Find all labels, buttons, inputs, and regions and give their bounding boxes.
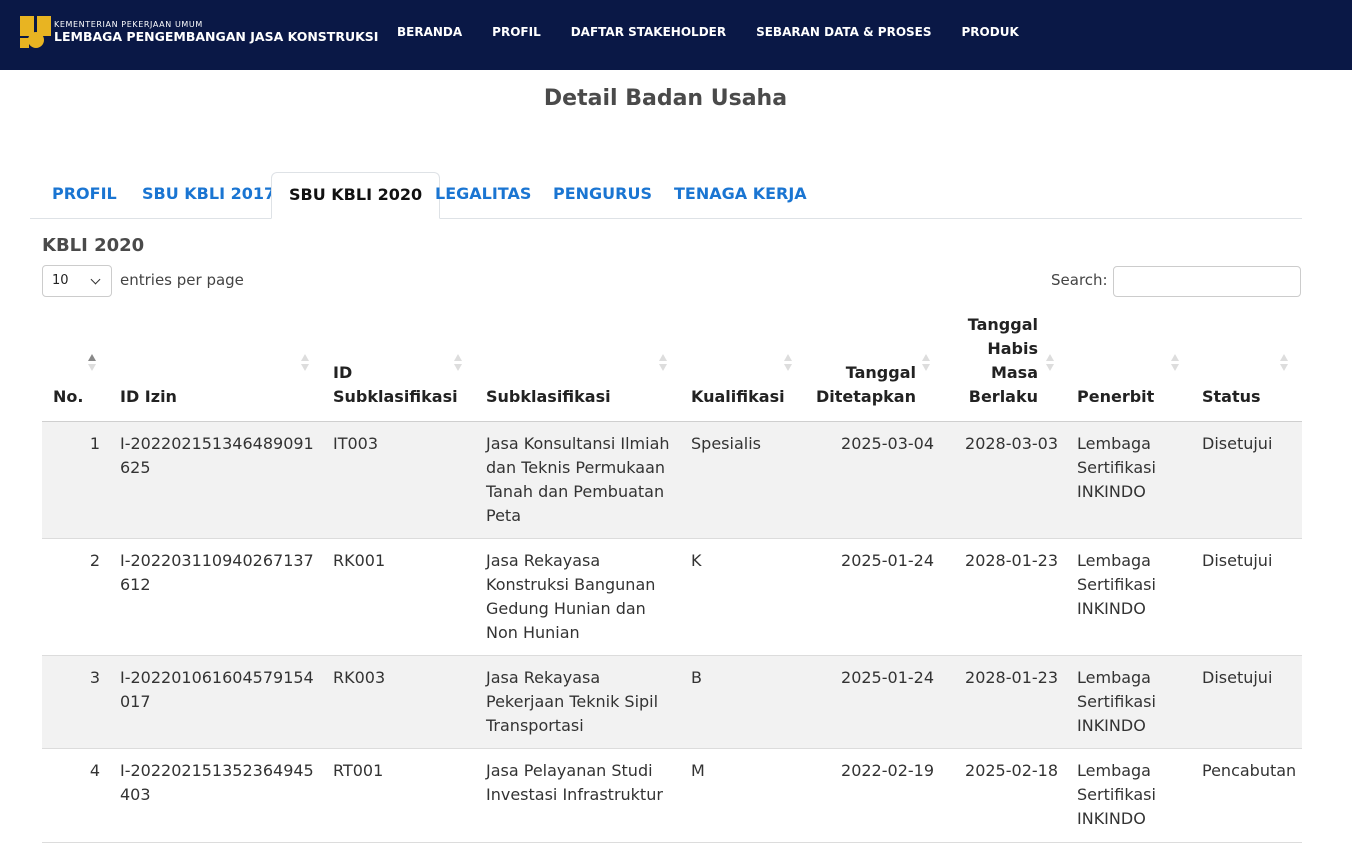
tab-profil[interactable]: PROFIL <box>35 172 134 219</box>
sort-icon[interactable] <box>659 354 667 372</box>
tab-sbu-kbli-2017[interactable]: SBU KBLI 2017 <box>125 172 292 219</box>
header-id-izin[interactable]: ID Izin <box>120 385 177 409</box>
nav-sebaran-data-proses[interactable]: SEBARAN DATA & PROSES <box>756 25 931 39</box>
cell-id-subklasifikasi: RK001 <box>333 551 386 570</box>
detail-tabs: PROFIL SBU KBLI 2017 SBU KBLI 2020 LEGAL… <box>30 172 1302 219</box>
table-header: No. ID Izin ID Subklasifikasi Subklasifi… <box>42 306 1302 422</box>
chevron-down-icon <box>90 274 101 285</box>
sort-icon[interactable] <box>454 354 462 372</box>
cell-kualifikasi: Spesialis <box>691 434 761 453</box>
cell-tanggal-habis: 2028-01-23 <box>965 668 1058 687</box>
cell-id-izin: I-202202151346489091625 <box>120 434 314 477</box>
table-row: 2 I-202203110940267137612 RK001 Jasa Rek… <box>42 539 1302 656</box>
cell-status: Pencabutan <box>1202 761 1297 780</box>
entries-label: entries per page <box>120 271 244 289</box>
table-row: 1 I-202202151346489091625 IT003 Jasa Kon… <box>42 422 1302 539</box>
nav-profil[interactable]: PROFIL <box>492 25 541 39</box>
header-subklasifikasi[interactable]: Subklasifikasi <box>486 385 611 409</box>
cell-id-izin: I-202202151352364945403 <box>120 761 314 804</box>
cell-tanggal-ditetapkan: 2022-02-19 <box>841 761 934 780</box>
sort-icon[interactable] <box>784 354 792 372</box>
header-kualifikasi[interactable]: Kualifikasi <box>691 385 785 409</box>
cell-penerbit: Lembaga Sertifikasi INKINDO <box>1077 434 1156 501</box>
entries-value: 10 <box>52 273 69 288</box>
cell-id-subklasifikasi: RK003 <box>333 668 386 687</box>
org-name[interactable]: KEMENTERIAN PEKERJAAN UMUM LEMBAGA PENGE… <box>54 20 378 45</box>
cell-subklasifikasi: Jasa Rekayasa Pekerjaan Teknik Sipil Tra… <box>486 668 659 735</box>
tab-legalitas[interactable]: LEGALITAS <box>418 172 548 219</box>
nav-beranda[interactable]: BERANDA <box>397 25 462 39</box>
cell-kualifikasi: M <box>691 761 705 780</box>
cell-kualifikasi: K <box>691 551 702 570</box>
table-row: 3 I-202201061604579154017 RK003 Jasa Rek… <box>42 656 1302 749</box>
nav-produk[interactable]: PRODUK <box>962 25 1019 39</box>
sort-icon[interactable] <box>1171 354 1179 372</box>
cell-id-subklasifikasi: RT001 <box>333 761 384 780</box>
cell-no: 3 <box>89 668 100 687</box>
cell-status: Disetujui <box>1202 551 1273 570</box>
cell-id-izin: I-202201061604579154017 <box>120 668 314 711</box>
cell-tanggal-habis: 2028-03-03 <box>965 434 1058 453</box>
cell-subklasifikasi: Jasa Rekayasa Konstruksi Bangunan Gedung… <box>486 551 656 642</box>
pu-logo[interactable] <box>20 16 52 48</box>
tab-sbu-kbli-2020[interactable]: SBU KBLI 2020 <box>271 172 441 219</box>
cell-subklasifikasi: Jasa Pelayanan Studi Investasi Infrastru… <box>486 761 663 804</box>
header-penerbit[interactable]: Penerbit <box>1077 385 1154 409</box>
sort-asc-icon[interactable] <box>88 354 96 372</box>
kbli-table: No. ID Izin ID Subklasifikasi Subklasifi… <box>42 306 1302 843</box>
cell-tanggal-ditetapkan: 2025-01-24 <box>841 668 934 687</box>
nav-daftar-stakeholder[interactable]: DAFTAR STAKEHOLDER <box>571 25 726 39</box>
cell-kualifikasi: B <box>691 668 702 687</box>
cell-tanggal-ditetapkan: 2025-03-04 <box>841 434 934 453</box>
cell-tanggal-ditetapkan: 2025-01-24 <box>841 551 934 570</box>
main-nav: BERANDA PROFIL DAFTAR STAKEHOLDER SEBARA… <box>397 25 1049 39</box>
search-input[interactable] <box>1113 266 1301 297</box>
cell-tanggal-habis: 2025-02-18 <box>965 761 1058 780</box>
cell-penerbit: Lembaga Sertifikasi INKINDO <box>1077 668 1156 735</box>
page-title: Detail Badan Usaha <box>543 86 788 111</box>
search-label: Search: <box>1051 271 1108 289</box>
header-tanggal-habis[interactable]: Tanggal Habis Masa Berlaku <box>964 313 1038 409</box>
cell-id-subklasifikasi: IT003 <box>333 434 379 453</box>
header-tanggal-ditetapkan[interactable]: Tanggal Ditetapkan <box>816 361 916 409</box>
sort-icon[interactable] <box>1046 354 1054 372</box>
org-name-big: LEMBAGA PENGEMBANGAN JASA KONSTRUKSI <box>54 29 379 44</box>
cell-id-izin: I-202203110940267137612 <box>120 551 314 594</box>
header-no[interactable]: No. <box>53 385 83 409</box>
org-name-small: KEMENTERIAN PEKERJAAN UMUM <box>54 20 203 29</box>
table-row: 4 I-202202151352364945403 RT001 Jasa Pel… <box>42 749 1302 843</box>
cell-penerbit: Lembaga Sertifikasi INKINDO <box>1077 761 1156 828</box>
header-id-subklasifikasi[interactable]: ID Subklasifikasi <box>333 361 458 409</box>
top-navbar: KEMENTERIAN PEKERJAAN UMUM LEMBAGA PENGE… <box>0 0 1352 70</box>
header-status[interactable]: Status <box>1202 385 1261 409</box>
cell-tanggal-habis: 2028-01-23 <box>965 551 1058 570</box>
cell-penerbit: Lembaga Sertifikasi INKINDO <box>1077 551 1156 618</box>
cell-status: Disetujui <box>1202 668 1273 687</box>
tab-tenaga-kerja[interactable]: TENAGA KERJA <box>657 172 824 219</box>
tab-pengurus[interactable]: PENGURUS <box>536 172 669 219</box>
cell-no: 2 <box>89 551 100 570</box>
sort-icon[interactable] <box>1280 354 1288 372</box>
cell-no: 4 <box>89 761 100 780</box>
cell-no: 1 <box>89 434 100 453</box>
sort-icon[interactable] <box>301 354 309 372</box>
cell-subklasifikasi: Jasa Konsultansi Ilmiah dan Teknis Permu… <box>486 434 670 525</box>
cell-status: Disetujui <box>1202 434 1273 453</box>
entries-per-page-select[interactable]: 10 <box>42 265 112 297</box>
section-title: KBLI 2020 <box>42 235 145 256</box>
sort-icon[interactable] <box>922 354 930 372</box>
